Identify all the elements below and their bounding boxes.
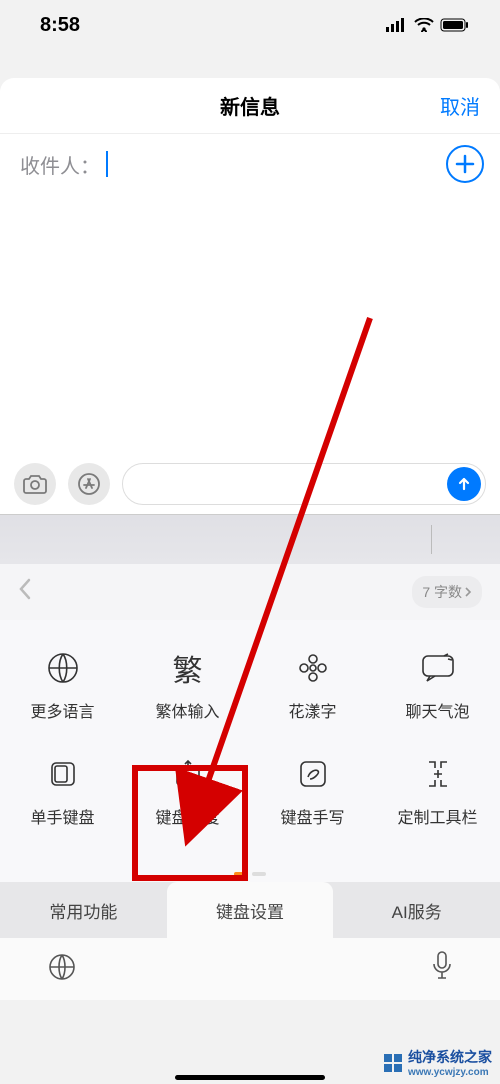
recipient-label: 收件人： <box>20 150 100 179</box>
text-cursor <box>106 151 108 177</box>
keyboard-height-button[interactable]: 键盘高度 <box>135 756 241 828</box>
camera-button[interactable] <box>14 463 56 505</box>
status-icons <box>386 18 470 32</box>
status-bar: 8:58 <box>0 0 500 50</box>
home-indicator <box>175 1075 325 1080</box>
keyboard-tabs: 常用功能 键盘设置 AI服务 <box>0 882 500 938</box>
appstore-button[interactable] <box>68 463 110 505</box>
globe-button[interactable] <box>46 951 78 988</box>
tab-ai[interactable]: AI服务 <box>333 882 500 938</box>
flower-icon <box>296 650 330 686</box>
keyboard-handwriting-button[interactable]: 键盘手写 <box>260 756 366 828</box>
mic-icon <box>430 950 454 984</box>
tab-common[interactable]: 常用功能 <box>0 882 167 938</box>
plus-icon <box>454 153 476 175</box>
traditional-input-button[interactable]: 繁 繁体输入 <box>135 650 241 722</box>
chat-bubble-button[interactable]: 聊天气泡 <box>385 650 491 722</box>
more-languages-button[interactable]: 更多语言 <box>10 650 116 722</box>
input-bar <box>0 454 500 514</box>
chevron-right-icon <box>464 586 472 598</box>
arrow-up-icon <box>456 476 472 492</box>
handwriting-icon <box>296 756 330 792</box>
chevron-left-icon <box>18 578 32 600</box>
message-input[interactable] <box>122 463 486 505</box>
back-button[interactable] <box>18 578 32 606</box>
customize-icon <box>421 756 455 792</box>
status-time: 8:58 <box>40 14 80 37</box>
tab-settings[interactable]: 键盘设置 <box>167 882 334 938</box>
wifi-icon <box>414 18 434 32</box>
watermark-logo <box>384 1054 402 1072</box>
keyboard-settings-grid: 更多语言 繁 繁体输入 花漾字 聊天气泡 单手键盘 <box>0 620 500 872</box>
globe-icon <box>46 650 80 686</box>
word-count-badge[interactable]: 7 字数 <box>412 576 482 608</box>
mic-button[interactable] <box>430 950 454 989</box>
nav-header: 新信息 取消 <box>0 78 500 134</box>
appstore-icon <box>77 472 101 496</box>
add-recipient-button[interactable] <box>446 145 484 183</box>
one-hand-keyboard-button[interactable]: 单手键盘 <box>10 756 116 828</box>
camera-icon <box>23 474 47 494</box>
send-button[interactable] <box>447 467 481 501</box>
cancel-button[interactable]: 取消 <box>440 91 480 120</box>
recipient-row[interactable]: 收件人： <box>0 134 500 194</box>
globe-icon <box>46 951 78 983</box>
traditional-char-icon: 繁 <box>173 650 203 686</box>
page-indicator <box>0 872 500 882</box>
page-title: 新信息 <box>220 91 280 120</box>
watermark: 纯净系统之家 www.ycwjzy.com <box>384 1047 492 1078</box>
compose-area[interactable] <box>0 194 500 454</box>
divider <box>431 525 432 554</box>
one-hand-icon <box>46 756 80 792</box>
fancy-text-button[interactable]: 花漾字 <box>260 650 366 722</box>
battery-icon <box>440 18 470 32</box>
keyboard-height-icon <box>171 756 205 792</box>
keyboard-bottom-bar <box>0 938 500 1000</box>
keyboard-panel-header: 7 字数 <box>0 564 500 620</box>
chat-bubble-icon <box>420 650 456 686</box>
custom-toolbar-button[interactable]: 定制工具栏 <box>385 756 491 828</box>
keyboard-suggestion-bar <box>0 514 500 564</box>
cellular-icon <box>386 18 408 32</box>
